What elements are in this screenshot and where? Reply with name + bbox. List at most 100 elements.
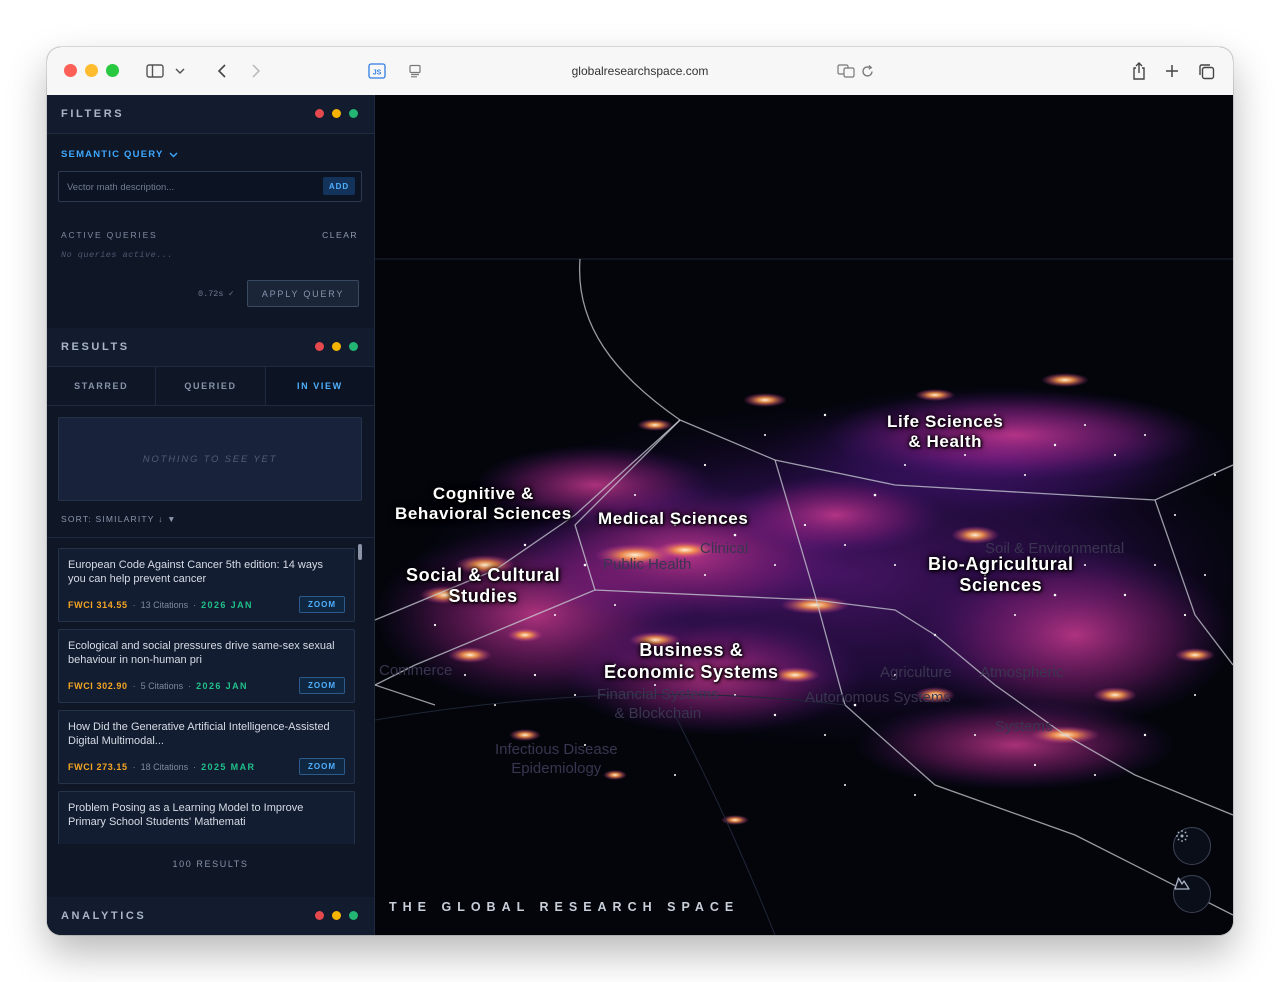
result-title: Problem Posing as a Learning Model to Im…	[68, 802, 304, 828]
new-tab-icon[interactable]	[1161, 58, 1183, 84]
terrain-view-button[interactable]	[1173, 875, 1211, 913]
results-count: 100 RESULTS	[172, 859, 249, 869]
autonomous-systems-label: Autonomous Systems	[805, 689, 951, 706]
result-card[interactable]: Problem Posing as a Learning Model to Im…	[58, 791, 355, 844]
publication-date: 2026 JAN	[201, 600, 253, 610]
forward-icon[interactable]	[245, 58, 267, 84]
active-queries-label: ACTIVE QUERIES	[61, 230, 158, 240]
region-business-economic[interactable]: Business & Economic Systems	[604, 639, 779, 683]
publication-date: 2025 MAR	[201, 762, 256, 772]
meta-separator: ·	[193, 762, 197, 772]
region-bio-agricultural[interactable]: Bio-Agricultural Sciences	[928, 554, 1074, 596]
result-title: Ecological and social pressures drive sa…	[68, 640, 335, 666]
results-tabs: STARRED QUERIED IN VIEW	[47, 367, 374, 406]
sparkle-cursor-icon	[1176, 830, 1188, 842]
results-scrollbar[interactable]	[358, 544, 362, 560]
tab-starred[interactable]: STARRED	[47, 367, 157, 405]
panel-minimize-dot[interactable]	[332, 342, 341, 351]
result-meta: FWCI 302.90 · 5 Citations · 2026 JAN	[68, 681, 248, 691]
empty-state: NOTHING TO SEE YET	[58, 417, 362, 501]
result-title: How Did the Generative Artificial Intell…	[68, 721, 330, 747]
result-card[interactable]: How Did the Generative Artificial Intell…	[58, 710, 355, 784]
reader-icon[interactable]	[404, 58, 426, 84]
semantic-query-input[interactable]	[59, 172, 319, 203]
mountain-icon	[1174, 877, 1190, 890]
tab-in-view[interactable]: IN VIEW	[265, 367, 374, 405]
publication-date: 2026 JAN	[196, 681, 248, 691]
close-window-button[interactable]	[64, 64, 77, 77]
js-extension-icon[interactable]: JS	[366, 58, 388, 84]
meta-separator: ·	[188, 681, 192, 691]
panel-minimize-dot[interactable]	[332, 911, 341, 920]
sidebar-toggle-icon[interactable]	[143, 58, 167, 84]
analytics-header: ANALYTICS	[47, 897, 374, 935]
results-list: European Code Against Cancer 5th edition…	[47, 537, 374, 844]
cursor-mode-button[interactable]	[1173, 827, 1211, 865]
panel-expand-dot[interactable]	[349, 109, 358, 118]
systems-label: Systems	[995, 718, 1053, 735]
result-title: European Code Against Cancer 5th edition…	[68, 559, 323, 585]
citation-count: 13 Citations	[140, 600, 189, 610]
fwci-score: FWCI 273.15	[68, 762, 128, 772]
result-card[interactable]: Ecological and social pressures drive sa…	[58, 629, 355, 703]
filters-header: FILTERS	[47, 95, 374, 134]
meta-separator: ·	[193, 600, 197, 610]
zoom-button[interactable]: ZOOM	[299, 677, 345, 694]
results-window-dots	[315, 342, 358, 351]
analytics-title: ANALYTICS	[61, 910, 147, 922]
region-medical-sciences[interactable]: Medical Sciences	[598, 509, 748, 529]
tab-queried[interactable]: QUERIED	[156, 367, 266, 405]
analytics-window-dots	[315, 911, 358, 920]
panel-close-dot[interactable]	[315, 109, 324, 118]
zoom-button[interactable]: ZOOM	[299, 596, 345, 613]
result-card[interactable]: European Code Against Cancer 5th edition…	[58, 548, 355, 622]
address-bar[interactable]: globalresearchspace.com	[517, 62, 763, 80]
public-health-label: Public Health	[603, 556, 692, 573]
panel-close-dot[interactable]	[315, 911, 324, 920]
query-timing: 0.72s ✓	[198, 289, 234, 299]
query-input-group: ADD	[58, 171, 362, 203]
add-query-button[interactable]: ADD	[323, 177, 355, 195]
zoom-button[interactable]: ZOOM	[299, 758, 345, 775]
sort-dropdown[interactable]: SORT: SIMILARITY ↓ ▼	[61, 514, 177, 524]
browser-toolbar: JS globalresearchspace.com	[47, 47, 1233, 96]
filters-title: FILTERS	[61, 108, 125, 120]
tabs-overview-icon[interactable]	[1195, 58, 1217, 84]
panel-close-dot[interactable]	[315, 342, 324, 351]
panel-minimize-dot[interactable]	[332, 109, 341, 118]
chevron-down-icon[interactable]	[171, 58, 189, 84]
brand-title: THE GLOBAL RESEARCH SPACE	[389, 900, 740, 914]
fwci-score: FWCI 302.90	[68, 681, 128, 691]
semantic-query-label: SEMANTIC QUERY	[61, 149, 164, 160]
citation-count: 5 Citations	[140, 681, 184, 691]
atmospheric-label: Atmospheric	[980, 664, 1064, 681]
region-social-cultural[interactable]: Social & Cultural Studies	[406, 565, 560, 607]
panel-expand-dot[interactable]	[349, 911, 358, 920]
meta-separator: ·	[132, 762, 136, 772]
result-meta: FWCI 273.15 · 18 Citations · 2025 MAR	[68, 762, 255, 772]
semantic-query-toggle[interactable]: SEMANTIC QUERY	[61, 149, 178, 160]
chevron-down-icon	[169, 152, 178, 157]
citation-count: 18 Citations	[140, 762, 189, 772]
browser-window: JS globalresearchspace.com FILTERS SEMAN…	[47, 47, 1233, 935]
panel-expand-dot[interactable]	[349, 342, 358, 351]
meta-separator: ·	[132, 600, 136, 610]
region-life-sciences[interactable]: Life Sciences & Health	[887, 412, 1003, 452]
clear-queries-button[interactable]: CLEAR	[322, 230, 358, 240]
maximize-window-button[interactable]	[106, 64, 119, 77]
no-queries-text: No queries active...	[61, 250, 174, 260]
region-cognitive-behavioral[interactable]: Cognitive & Behavioral Sciences	[395, 484, 572, 524]
translate-icon[interactable]	[835, 58, 857, 84]
reload-icon[interactable]	[857, 58, 877, 84]
research-map[interactable]: Infectious Disease Epidemiology Financial…	[375, 95, 1233, 935]
fwci-score: FWCI 314.55	[68, 600, 128, 610]
agriculture-label: Agriculture	[880, 664, 952, 681]
back-icon[interactable]	[211, 58, 233, 84]
apply-query-button[interactable]: APPLY QUERY	[247, 280, 359, 307]
meta-separator: ·	[132, 681, 136, 691]
financial-systems-label: Financial Systems & Blockchain	[597, 686, 719, 722]
results-title: RESULTS	[61, 341, 130, 353]
infectious-disease-label: Infectious Disease Epidemiology	[495, 741, 618, 777]
share-icon[interactable]	[1128, 58, 1150, 84]
minimize-window-button[interactable]	[85, 64, 98, 77]
